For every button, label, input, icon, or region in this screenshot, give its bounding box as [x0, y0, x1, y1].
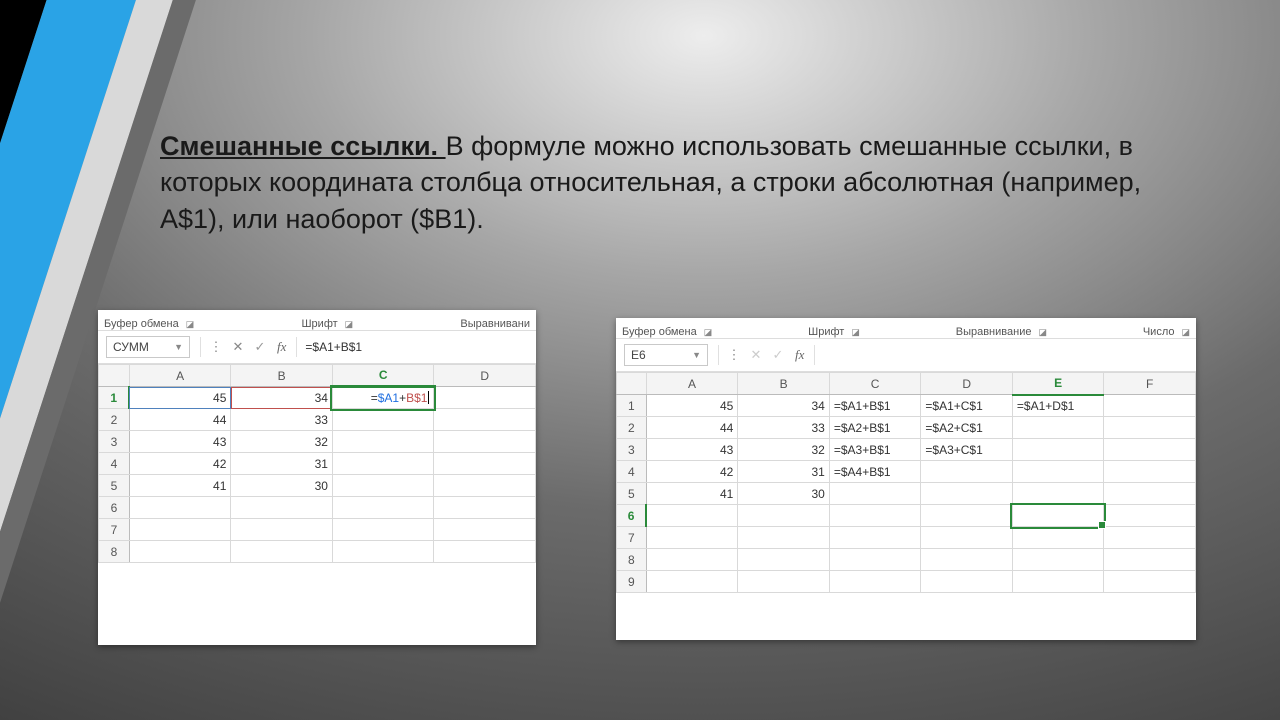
table-row: 34332 — [99, 431, 536, 453]
table-row: 14534=$A1+B$1=$A1+C$1=$A1+D$1 — [617, 395, 1196, 417]
col-header[interactable]: D — [434, 365, 536, 387]
col-header[interactable]: E — [1012, 373, 1104, 395]
dialog-launcher-icon[interactable]: ◪ — [1038, 327, 1047, 338]
cancel-icon[interactable]: ✕ — [227, 339, 249, 355]
body-text: Смешанные ссылки. В формуле можно исполь… — [160, 128, 1180, 237]
col-header[interactable]: B — [231, 365, 333, 387]
selected-cell[interactable] — [1012, 505, 1104, 527]
col-header[interactable]: C — [829, 373, 921, 395]
editing-cell[interactable]: =$A1+B$1 — [332, 387, 434, 409]
ribbon-groups-left: Буфер обмена◪ Шрифт◪ Выравнивани — [98, 310, 536, 330]
enter-icon[interactable]: ✓ — [249, 339, 271, 355]
fx-icon[interactable]: fx — [789, 347, 810, 363]
slide: Смешанные ссылки. В формуле можно исполь… — [0, 0, 1280, 720]
dots-icon[interactable]: ⋮ — [205, 339, 227, 355]
excel-panel-right: Буфер обмена◪ Шрифт◪ Выравнивание◪ Число… — [616, 318, 1196, 640]
dialog-launcher-icon[interactable]: ◪ — [851, 327, 860, 338]
enter-icon: ✓ — [767, 347, 789, 363]
dots-icon[interactable]: ⋮ — [723, 347, 745, 363]
cell[interactable]: 45 — [129, 387, 231, 409]
group-font: Шрифт◪ — [808, 326, 860, 338]
col-header[interactable]: F — [1104, 373, 1196, 395]
col-header[interactable]: B — [738, 373, 830, 395]
group-font: Шрифт◪ — [301, 318, 353, 330]
dialog-launcher-icon[interactable]: ◪ — [704, 327, 713, 338]
col-header[interactable]: D — [921, 373, 1013, 395]
table-row: 8 — [99, 541, 536, 563]
formula-text[interactable]: =$A1+B$1 — [301, 340, 536, 354]
excel-panel-left: Буфер обмена◪ Шрифт◪ Выравнивани СУММ▼ ⋮… — [98, 310, 536, 645]
col-header[interactable]: C — [332, 365, 434, 387]
table-row: 34332=$A3+B$1=$A3+C$1 — [617, 439, 1196, 461]
table-row: 6 — [617, 505, 1196, 527]
table-row: 9 — [617, 571, 1196, 593]
cancel-icon: ✕ — [745, 347, 767, 363]
col-header[interactable]: A — [129, 365, 231, 387]
ribbon-groups-right: Буфер обмена◪ Шрифт◪ Выравнивание◪ Число… — [616, 318, 1196, 338]
dialog-launcher-icon[interactable]: ◪ — [345, 319, 354, 330]
dialog-launcher-icon[interactable]: ◪ — [1181, 327, 1190, 338]
cell[interactable] — [434, 387, 536, 409]
table-row: 7 — [99, 519, 536, 541]
chevron-down-icon[interactable]: ▼ — [174, 342, 183, 352]
grid-left[interactable]: A B C D 1 45 34 =$A1+B$1 24433 34332 442… — [98, 364, 536, 563]
group-align: Выравнивани — [460, 318, 530, 330]
dialog-launcher-icon[interactable]: ◪ — [186, 319, 195, 330]
select-all-corner[interactable] — [99, 365, 130, 387]
table-row: 54130 — [99, 475, 536, 497]
name-box[interactable]: СУММ▼ — [106, 336, 190, 358]
table-row: 24433 — [99, 409, 536, 431]
table-row: 6 — [99, 497, 536, 519]
grid-right[interactable]: A B C D E F 14534=$A1+B$1=$A1+C$1=$A1+D$… — [616, 372, 1196, 593]
col-header[interactable]: A — [646, 373, 738, 395]
table-row: 8 — [617, 549, 1196, 571]
fx-icon[interactable]: fx — [271, 339, 292, 355]
formula-bar: СУММ▼ ⋮ ✕ ✓ fx =$A1+B$1 — [98, 330, 536, 364]
table-row: 54130 — [617, 483, 1196, 505]
table-row: 7 — [617, 527, 1196, 549]
group-number: Число◪ — [1143, 326, 1190, 338]
group-align: Выравнивание◪ — [956, 326, 1047, 338]
name-box[interactable]: E6▼ — [624, 344, 708, 366]
formula-bar: E6▼ ⋮ ✕ ✓ fx — [616, 338, 1196, 372]
cell[interactable]: 34 — [231, 387, 333, 409]
group-clipboard: Буфер обмена◪ — [104, 318, 194, 330]
table-row: 44231 — [99, 453, 536, 475]
table-row: 24433=$A2+B$1=$A2+C$1 — [617, 417, 1196, 439]
select-all-corner[interactable] — [617, 373, 647, 395]
lead-phrase: Смешанные ссылки. — [160, 131, 446, 161]
group-clipboard: Буфер обмена◪ — [622, 326, 712, 338]
table-row: 1 45 34 =$A1+B$1 — [99, 387, 536, 409]
table-row: 44231=$A4+B$1 — [617, 461, 1196, 483]
chevron-down-icon[interactable]: ▼ — [692, 350, 701, 360]
